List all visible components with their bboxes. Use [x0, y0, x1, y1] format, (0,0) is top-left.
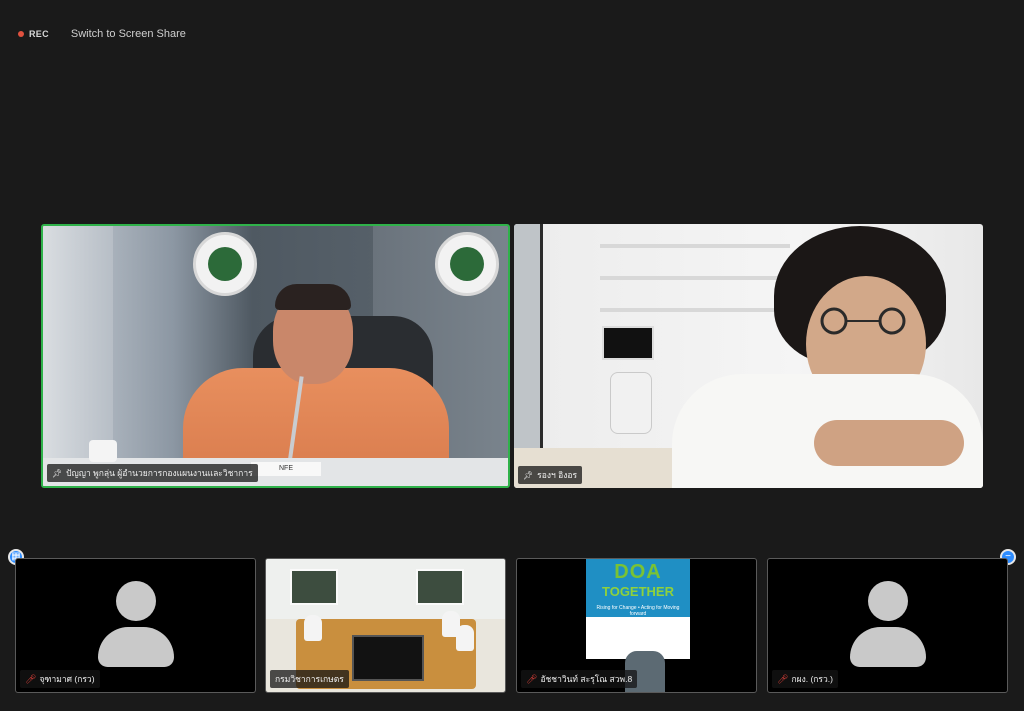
- recording-label: REC: [29, 29, 49, 39]
- participant-name-tag: 🎤︎ อัชชาวินท์ สะรุโณ สวพ.8: [521, 670, 638, 688]
- participant-name: ปัญญา พูกลุ่น ผู้อำนวยการกองแผนงานและวิช…: [66, 468, 253, 478]
- video-tile-thumbnail[interactable]: DOA TOGETHER Rising for Change • Acting …: [516, 558, 757, 693]
- emblem-logo: [193, 232, 257, 296]
- avatar-placeholder-icon: [849, 581, 926, 671]
- muted-microphone-icon: 🎤︎: [777, 673, 789, 684]
- participant-name: กรมวิชาการเกษตร: [275, 674, 344, 684]
- video-tile-active-speaker[interactable]: NFE 📌︎ ปัญญา พูกลุ่น ผู้อำนวยการกองแผนงา…: [41, 224, 510, 488]
- desk-nameplate: NFE: [251, 462, 321, 476]
- participant-name: จุฑามาศ (กรว): [39, 674, 95, 684]
- muted-microphone-icon: 🎤︎: [25, 673, 37, 684]
- doa-together-banner: DOA TOGETHER Rising for Change • Acting …: [586, 559, 690, 659]
- participant-name: อัชชาวินท์ สะรุโณ สวพ.8: [540, 674, 633, 684]
- avatar-placeholder-icon: [97, 581, 174, 671]
- emblem-logo: [435, 232, 499, 296]
- banner-text: DOA: [614, 561, 662, 583]
- video-tile-participant[interactable]: 📌︎ รองฯ อิงอร: [514, 224, 983, 488]
- top-bar: REC Switch to Screen Share: [18, 28, 186, 40]
- video-tile-thumbnail[interactable]: 🎤︎ กผง. (กรว.): [767, 558, 1008, 693]
- participant-name-tag: 📌︎ รองฯ อิงอร: [518, 466, 583, 484]
- participant-name-tag: กรมวิชาการเกษตร: [270, 670, 349, 688]
- muted-microphone-icon: 🎤︎: [526, 673, 538, 684]
- participant-name-tag: 🎤︎ จุฑามาศ (กรว): [20, 670, 100, 688]
- pin-icon: 📌︎: [52, 468, 63, 478]
- pin-icon: 📌︎: [523, 470, 534, 480]
- participant-name-tag: 🎤︎ กผง. (กรว.): [772, 670, 838, 688]
- record-dot-icon: [18, 31, 24, 37]
- participant-name-tag: 📌︎ ปัญญา พูกลุ่น ผู้อำนวยการกองแผนงานและ…: [47, 464, 258, 482]
- video-tile-thumbnail[interactable]: กรมวิชาการเกษตร: [265, 558, 506, 693]
- banner-text: TOGETHER: [602, 584, 674, 599]
- participant-name: รองฯ อิงอร: [537, 470, 578, 480]
- video-tile-thumbnail[interactable]: 🎤︎ จุฑามาศ (กรว): [15, 558, 256, 693]
- banner-tagline: Rising for Change • Acting for Moving fo…: [596, 605, 680, 617]
- participant-name: กผง. (กรว.): [791, 674, 833, 684]
- switch-to-screen-share-button[interactable]: Switch to Screen Share: [71, 28, 186, 40]
